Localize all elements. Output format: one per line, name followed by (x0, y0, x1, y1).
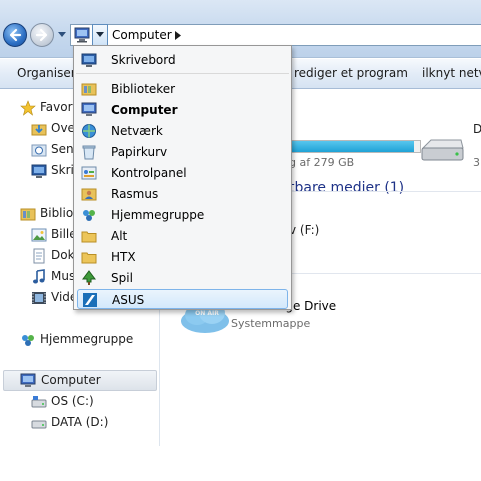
dropdown-item-label: Hjemmegruppe (111, 208, 205, 222)
forward-button[interactable] (30, 23, 54, 47)
nav-computer[interactable]: Computer (3, 370, 157, 391)
network-icon (82, 124, 96, 138)
control-panel-icon (81, 166, 97, 180)
dropdown-item-label: Kontrolpanel (111, 166, 187, 180)
on-air-label: ON AIR (195, 310, 219, 317)
computer-icon (20, 373, 36, 387)
star-icon (20, 100, 36, 116)
drive-d-label[interactable]: D (473, 122, 481, 136)
change-program-button[interactable]: rediger et program (294, 66, 408, 80)
removable-section-title[interactable]: tbare medier (1) (289, 180, 404, 196)
folder-icon (81, 231, 97, 243)
dropdown-item-kontrolpanel[interactable]: Kontrolpanel (77, 163, 288, 183)
user-folder-icon (81, 188, 97, 201)
location-dropdown-button[interactable] (92, 24, 108, 46)
video-film-icon (32, 292, 46, 304)
dropdown-item-label: Spil (111, 271, 133, 285)
dropdown-item-label: Rasmus (111, 187, 159, 201)
dropdown-item-label: HTX (111, 250, 136, 264)
map-network-button[interactable]: ilknyt netva (422, 66, 481, 80)
nav-label: OS (C:) (51, 394, 94, 408)
recent-places-icon (31, 144, 47, 157)
recent-pages-dropdown-icon[interactable] (57, 29, 67, 39)
folder-icon (81, 252, 97, 264)
pictures-icon (31, 228, 47, 242)
dropdown-item-label: Papirkurv (111, 145, 168, 159)
dropdown-item-label: ASUS (112, 293, 145, 307)
nav-label: Ove (51, 121, 75, 135)
libraries-icon (81, 83, 97, 96)
forward-arrow-icon (35, 28, 48, 42)
dropdown-item-netværk[interactable]: Netværk (77, 121, 288, 141)
back-arrow-icon (9, 28, 22, 42)
music-note-icon (33, 269, 45, 284)
homegroup-icon (83, 210, 95, 221)
nav-label: Sen (51, 142, 74, 156)
dropdown-item-asus[interactable]: ASUS (77, 289, 288, 309)
section-divider (291, 191, 481, 192)
hard-drive-icon[interactable] (419, 134, 465, 166)
organize-button[interactable]: Organiser (17, 66, 76, 80)
address-box[interactable]: Computer (70, 24, 481, 46)
dropdown-item-label: Computer (111, 103, 178, 117)
homegroup-icon (22, 335, 34, 346)
section-divider (291, 273, 481, 274)
disk-space-text: g af 279 GB (289, 156, 355, 169)
computer-icon (74, 27, 90, 43)
nav-label: Biblio (40, 206, 74, 220)
documents-icon (33, 248, 45, 264)
dropdown-item-label: Skrivebord (111, 53, 176, 67)
system-drive-icon (31, 396, 47, 408)
menu-separator (76, 73, 289, 74)
asus-icon (83, 293, 97, 307)
dropdown-item-alt[interactable]: Alt (77, 226, 288, 246)
desktop-icon (81, 53, 97, 67)
dropdown-item-papirkurv[interactable]: Papirkurv (77, 142, 288, 162)
chevron-down-icon (96, 32, 104, 37)
dropdown-item-label: Biblioteker (111, 82, 176, 96)
breadcrumb-computer[interactable]: Computer (112, 28, 172, 42)
dropdown-item-computer[interactable]: Computer (77, 100, 288, 120)
desktop-icon (31, 164, 47, 178)
dropdown-item-hjemmegruppe[interactable]: Hjemmegruppe (77, 205, 288, 225)
dropdown-item-label: Netværk (111, 124, 163, 138)
nav-label: Computer (41, 373, 101, 387)
breadcrumb-chevron-right-icon[interactable] (175, 31, 181, 40)
removable-drive-label[interactable]: v (F:) (289, 223, 319, 237)
nav-label: Dok (51, 248, 75, 262)
location-dropdown-menu: Skrivebord Biblioteker Computer Netværk Papi… (73, 45, 292, 310)
back-button[interactable] (3, 23, 27, 47)
nav-label: Favori (40, 100, 76, 114)
dropdown-item-skrivebord[interactable]: Skrivebord (77, 50, 288, 70)
dropdown-item-biblioteker[interactable]: Biblioteker (77, 79, 288, 99)
dropdown-item-htx[interactable]: HTX (77, 247, 288, 267)
nav-label: DATA (D:) (51, 415, 109, 429)
hard-drive-icon (31, 420, 47, 429)
nav-label: Hjemmegruppe (40, 332, 134, 346)
drive-d-sub: 3 (473, 156, 480, 169)
dropdown-item-label: Alt (111, 229, 128, 243)
dropdown-item-spil[interactable]: Spil (77, 268, 288, 288)
nav-label: Mus (51, 269, 76, 283)
storage-drive-subtitle: Systemmappe (231, 317, 311, 330)
libraries-icon (20, 208, 36, 221)
dropdown-item-rasmus[interactable]: Rasmus (77, 184, 288, 204)
recycle-bin-icon (82, 145, 96, 160)
downloads-folder-icon (31, 124, 47, 136)
games-tree-icon (82, 270, 96, 285)
computer-icon (81, 102, 97, 116)
